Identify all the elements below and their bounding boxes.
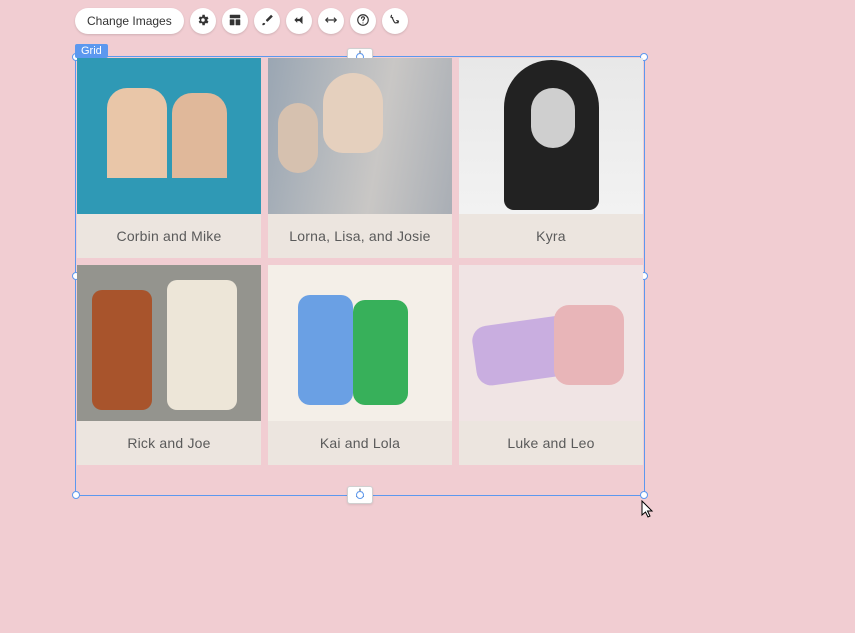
grid-item[interactable]: Kyra — [459, 58, 643, 258]
selection-label: Grid — [75, 44, 108, 58]
grid-image — [459, 265, 643, 421]
stretch-button[interactable] — [318, 8, 344, 34]
settings-button[interactable] — [190, 8, 216, 34]
gear-icon — [196, 13, 210, 30]
resize-handle-bottom-mid[interactable] — [356, 491, 364, 499]
grid-caption: Kai and Lola — [268, 421, 452, 465]
grid-image — [77, 58, 261, 214]
resize-handle-bottom-left[interactable] — [72, 491, 80, 499]
grid-item[interactable]: Rick and Joe — [77, 265, 261, 465]
toolbar: Change Images — [75, 8, 408, 34]
grid-item[interactable]: Corbin and Mike — [77, 58, 261, 258]
image-grid: Corbin and Mike Lorna, Lisa, and Josie K… — [77, 58, 643, 465]
flow-icon — [388, 13, 402, 30]
animation-icon — [292, 13, 306, 30]
grid-image — [268, 265, 452, 421]
grid-image — [268, 58, 452, 214]
grid-item[interactable]: Lorna, Lisa, and Josie — [268, 58, 452, 258]
grid-image — [77, 265, 261, 421]
animation-button[interactable] — [286, 8, 312, 34]
grid-item[interactable]: Kai and Lola — [268, 265, 452, 465]
stretch-icon — [324, 13, 338, 30]
cursor-icon — [641, 500, 655, 518]
help-icon — [356, 13, 370, 30]
more-button[interactable] — [382, 8, 408, 34]
change-images-button[interactable]: Change Images — [75, 8, 184, 34]
grid-caption: Lorna, Lisa, and Josie — [268, 214, 452, 258]
grid-caption: Kyra — [459, 214, 643, 258]
grid-image — [459, 58, 643, 214]
grid-caption: Luke and Leo — [459, 421, 643, 465]
grid-selection-frame[interactable]: Corbin and Mike Lorna, Lisa, and Josie K… — [75, 56, 645, 496]
help-button[interactable] — [350, 8, 376, 34]
design-button[interactable] — [254, 8, 280, 34]
layout-icon — [228, 13, 242, 30]
grid-caption: Rick and Joe — [77, 421, 261, 465]
resize-handle-bottom-right[interactable] — [640, 491, 648, 499]
grid-caption: Corbin and Mike — [77, 214, 261, 258]
brush-icon — [260, 13, 274, 30]
grid-item[interactable]: Luke and Leo — [459, 265, 643, 465]
layouts-button[interactable] — [222, 8, 248, 34]
